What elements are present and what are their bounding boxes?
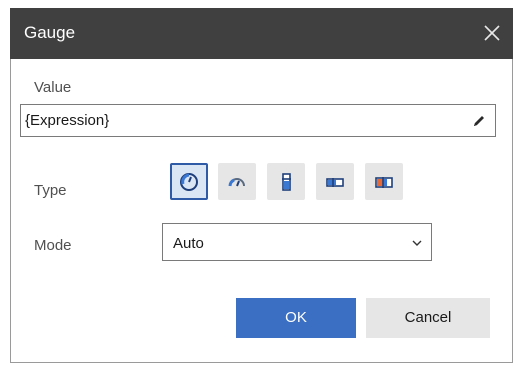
mode-label: Mode [34,237,72,254]
chevron-down-icon [412,240,422,246]
type-option-vertical-linear[interactable] [267,163,305,200]
gauge-bullet-icon [375,176,393,188]
value-field[interactable] [20,104,496,137]
cancel-button[interactable]: Cancel [366,298,490,338]
close-icon [484,25,500,41]
gauge-horizontal-linear-icon [326,177,344,187]
gauge-half-circle-icon [228,177,245,186]
pencil-icon [474,116,484,126]
edit-expression-button[interactable] [469,111,489,131]
ok-button[interactable]: OK [236,298,356,338]
mode-select[interactable]: Auto [162,223,432,261]
close-button[interactable] [476,17,508,49]
titlebar: Gauge [10,8,513,59]
type-label: Type [34,182,67,199]
gauge-full-circle-icon [180,172,198,191]
dialog-title: Gauge [24,23,76,42]
gauge-vertical-linear-icon [282,172,291,191]
mode-selected-value: Auto [173,235,204,252]
type-option-half-circle[interactable] [218,163,256,200]
value-label: Value [34,79,72,96]
type-option-horizontal-linear[interactable] [316,163,354,200]
type-option-bullet[interactable] [365,163,403,200]
value-input[interactable] [25,110,445,130]
type-option-full-circle[interactable] [170,163,208,200]
